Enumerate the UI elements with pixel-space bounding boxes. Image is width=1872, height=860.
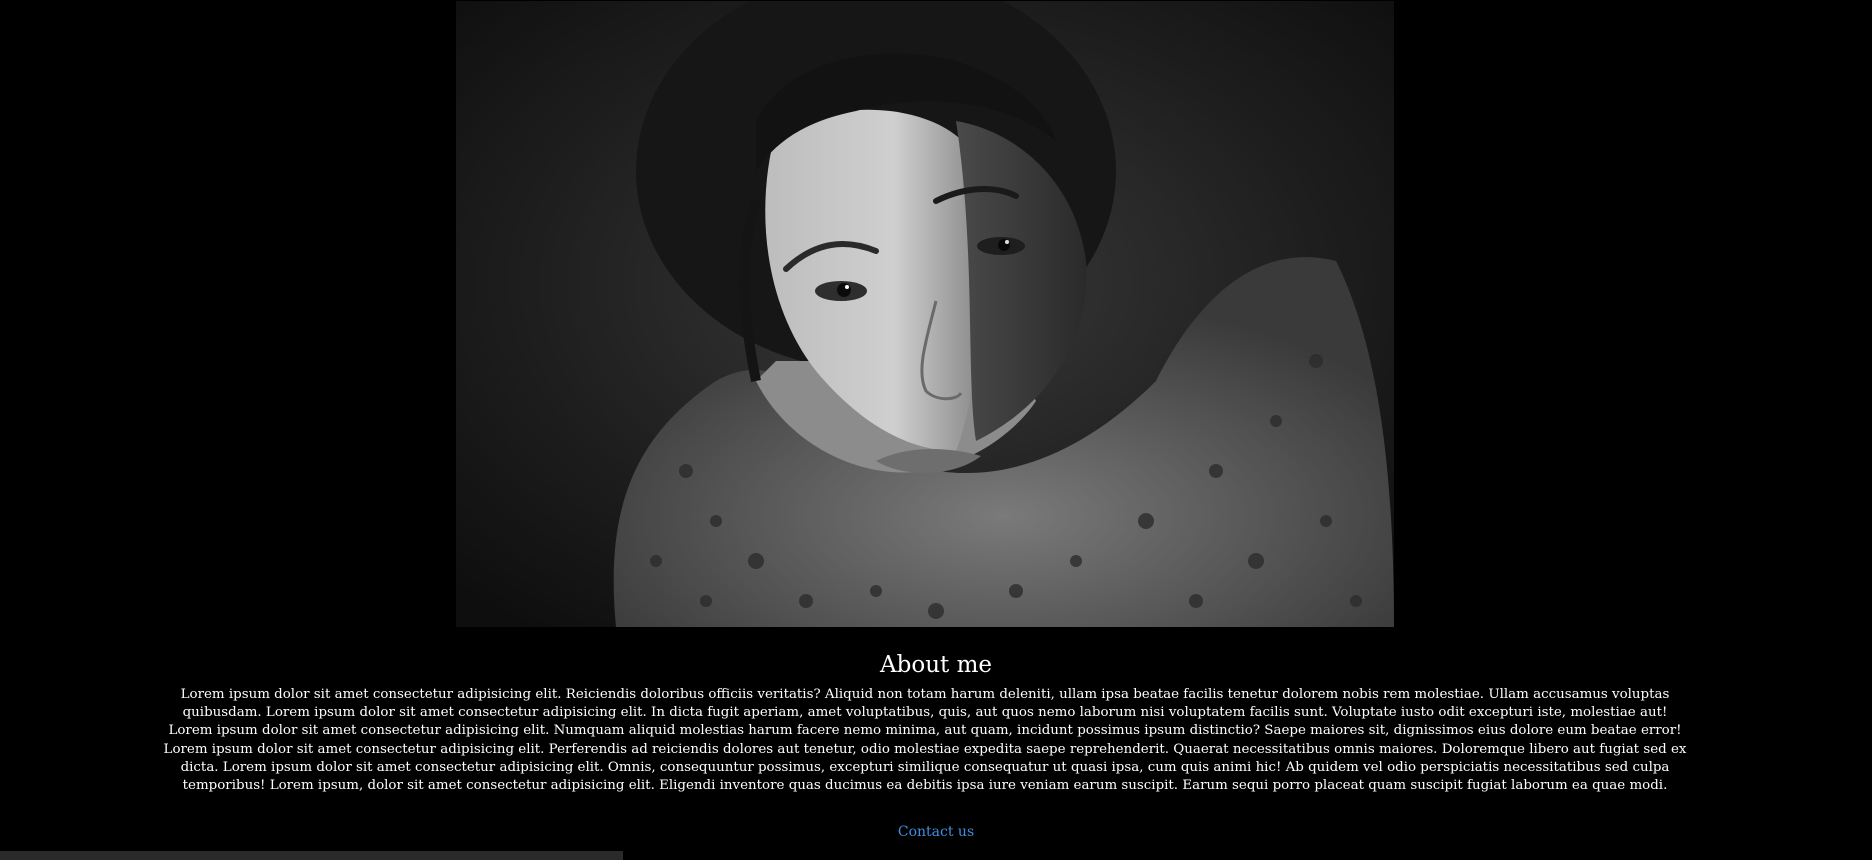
hero-image	[456, 1, 1394, 627]
status-bar	[0, 851, 623, 860]
about-title: About me	[880, 652, 992, 678]
contact-us-link[interactable]: Contact us	[0, 822, 1872, 842]
portrait-photo-icon	[456, 1, 1394, 627]
about-body: Lorem ipsum dolor sit amet consectetur a…	[163, 687, 1687, 794]
